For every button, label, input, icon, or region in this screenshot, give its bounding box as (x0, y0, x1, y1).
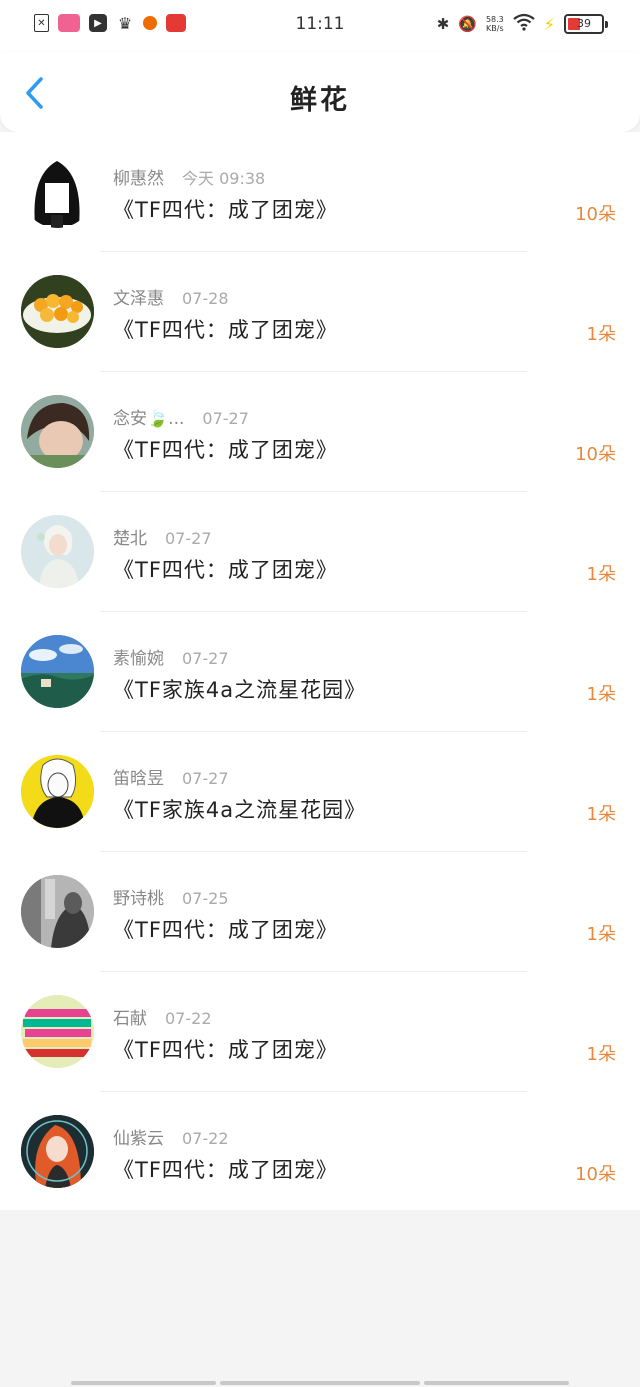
avatar[interactable] (21, 875, 94, 948)
list-item[interactable]: 念安🍃... 07-27 《TF四代：成了团宠》 10朵 (0, 372, 640, 492)
flower-count: 1朵 (586, 804, 616, 825)
network-speed: 58.3 KB/s (485, 15, 504, 33)
flower-count: 10朵 (575, 444, 616, 465)
avatar[interactable] (21, 635, 94, 708)
list-item[interactable]: 野诗桃 07-25 《TF四代：成了团宠》 1朵 (0, 852, 640, 972)
timestamp: 07-28 (182, 289, 229, 308)
avatar[interactable] (21, 995, 94, 1068)
status-bar: ✕ ▶ ♛ 11:11 ✱ 🔕 58.3 KB/s ⚡ 39 (0, 0, 640, 52)
bluetooth-icon: ✱ (436, 15, 450, 33)
timestamp: 07-25 (182, 889, 229, 908)
timestamp: 07-22 (182, 1129, 229, 1148)
user-name[interactable]: 素愉婉 (113, 649, 164, 669)
flower-list: 柳惠然 今天 09:38 《TF四代：成了团宠》 10朵 文泽惠 07-28 《TF… (0, 132, 640, 1210)
flower-count: 1朵 (586, 1044, 616, 1065)
list-item[interactable]: 石献 07-22 《TF四代：成了团宠》 1朵 (0, 972, 640, 1092)
mute-bell-icon: 🔕 (458, 15, 477, 33)
timestamp: 07-27 (202, 409, 249, 428)
user-name[interactable]: 柳惠然 (113, 169, 164, 189)
user-name[interactable]: 仙紫云 (113, 1129, 164, 1149)
charging-bolt-icon: ⚡ (543, 14, 555, 34)
page-title: 鲜花 (290, 85, 350, 116)
home-indicator-left[interactable] (71, 1381, 216, 1385)
book-title[interactable]: 《TF家族4a之流星花园》 (113, 674, 366, 704)
list-item[interactable]: 素愉婉 07-27 《TF家族4a之流星花园》 1朵 (0, 612, 640, 732)
avatar[interactable] (21, 1115, 94, 1188)
home-indicator-right[interactable] (424, 1381, 569, 1385)
flower-count: 1朵 (586, 564, 616, 585)
battery-indicator: 39 (564, 14, 608, 34)
user-name[interactable]: 文泽惠 (113, 289, 164, 309)
list-item[interactable]: 笛晗昱 07-27 《TF家族4a之流星花园》 1朵 (0, 732, 640, 852)
book-title[interactable]: 《TF四代：成了团宠》 (113, 434, 338, 464)
home-indicator-center[interactable] (220, 1381, 420, 1385)
book-title[interactable]: 《TF四代：成了团宠》 (113, 194, 338, 224)
list-item[interactable]: 仙紫云 07-22 《TF四代：成了团宠》 10朵 (0, 1092, 640, 1212)
book-title[interactable]: 《TF四代：成了团宠》 (113, 914, 338, 944)
wifi-icon (513, 13, 535, 35)
system-icons: ✱ 🔕 58.3 KB/s ⚡ 39 (436, 13, 608, 35)
book-title[interactable]: 《TF四代：成了团宠》 (113, 1034, 338, 1064)
nav-header: 鲜花 (0, 52, 640, 132)
book-title[interactable]: 《TF四代：成了团宠》 (113, 314, 338, 344)
user-name[interactable]: 楚北 (113, 529, 147, 549)
user-name[interactable]: 笛晗昱 (113, 769, 164, 789)
list-item[interactable]: 柳惠然 今天 09:38 《TF四代：成了团宠》 10朵 (0, 132, 640, 252)
book-title[interactable]: 《TF四代：成了团宠》 (113, 1154, 338, 1184)
timestamp: 今天 09:38 (182, 169, 266, 188)
timestamp: 07-27 (165, 529, 212, 548)
avatar[interactable] (21, 155, 94, 228)
book-title[interactable]: 《TF四代：成了团宠》 (113, 554, 338, 584)
avatar[interactable] (21, 395, 94, 468)
flower-count: 10朵 (575, 204, 616, 225)
user-name[interactable]: 野诗桃 (113, 889, 164, 909)
flower-count: 10朵 (575, 1164, 616, 1185)
avatar[interactable] (21, 275, 94, 348)
list-item[interactable]: 楚北 07-27 《TF四代：成了团宠》 1朵 (0, 492, 640, 612)
user-name[interactable]: 念安🍃... (113, 409, 184, 429)
list-item[interactable]: 文泽惠 07-28 《TF四代：成了团宠》 1朵 (0, 252, 640, 372)
avatar[interactable] (21, 755, 94, 828)
avatar[interactable] (21, 515, 94, 588)
book-title[interactable]: 《TF家族4a之流星花园》 (113, 794, 366, 824)
flower-count: 1朵 (586, 324, 616, 345)
timestamp: 07-22 (165, 1009, 212, 1028)
flower-count: 1朵 (586, 924, 616, 945)
timestamp: 07-27 (182, 649, 229, 668)
flower-count: 1朵 (586, 684, 616, 705)
user-name[interactable]: 石献 (113, 1009, 147, 1029)
timestamp: 07-27 (182, 769, 229, 788)
